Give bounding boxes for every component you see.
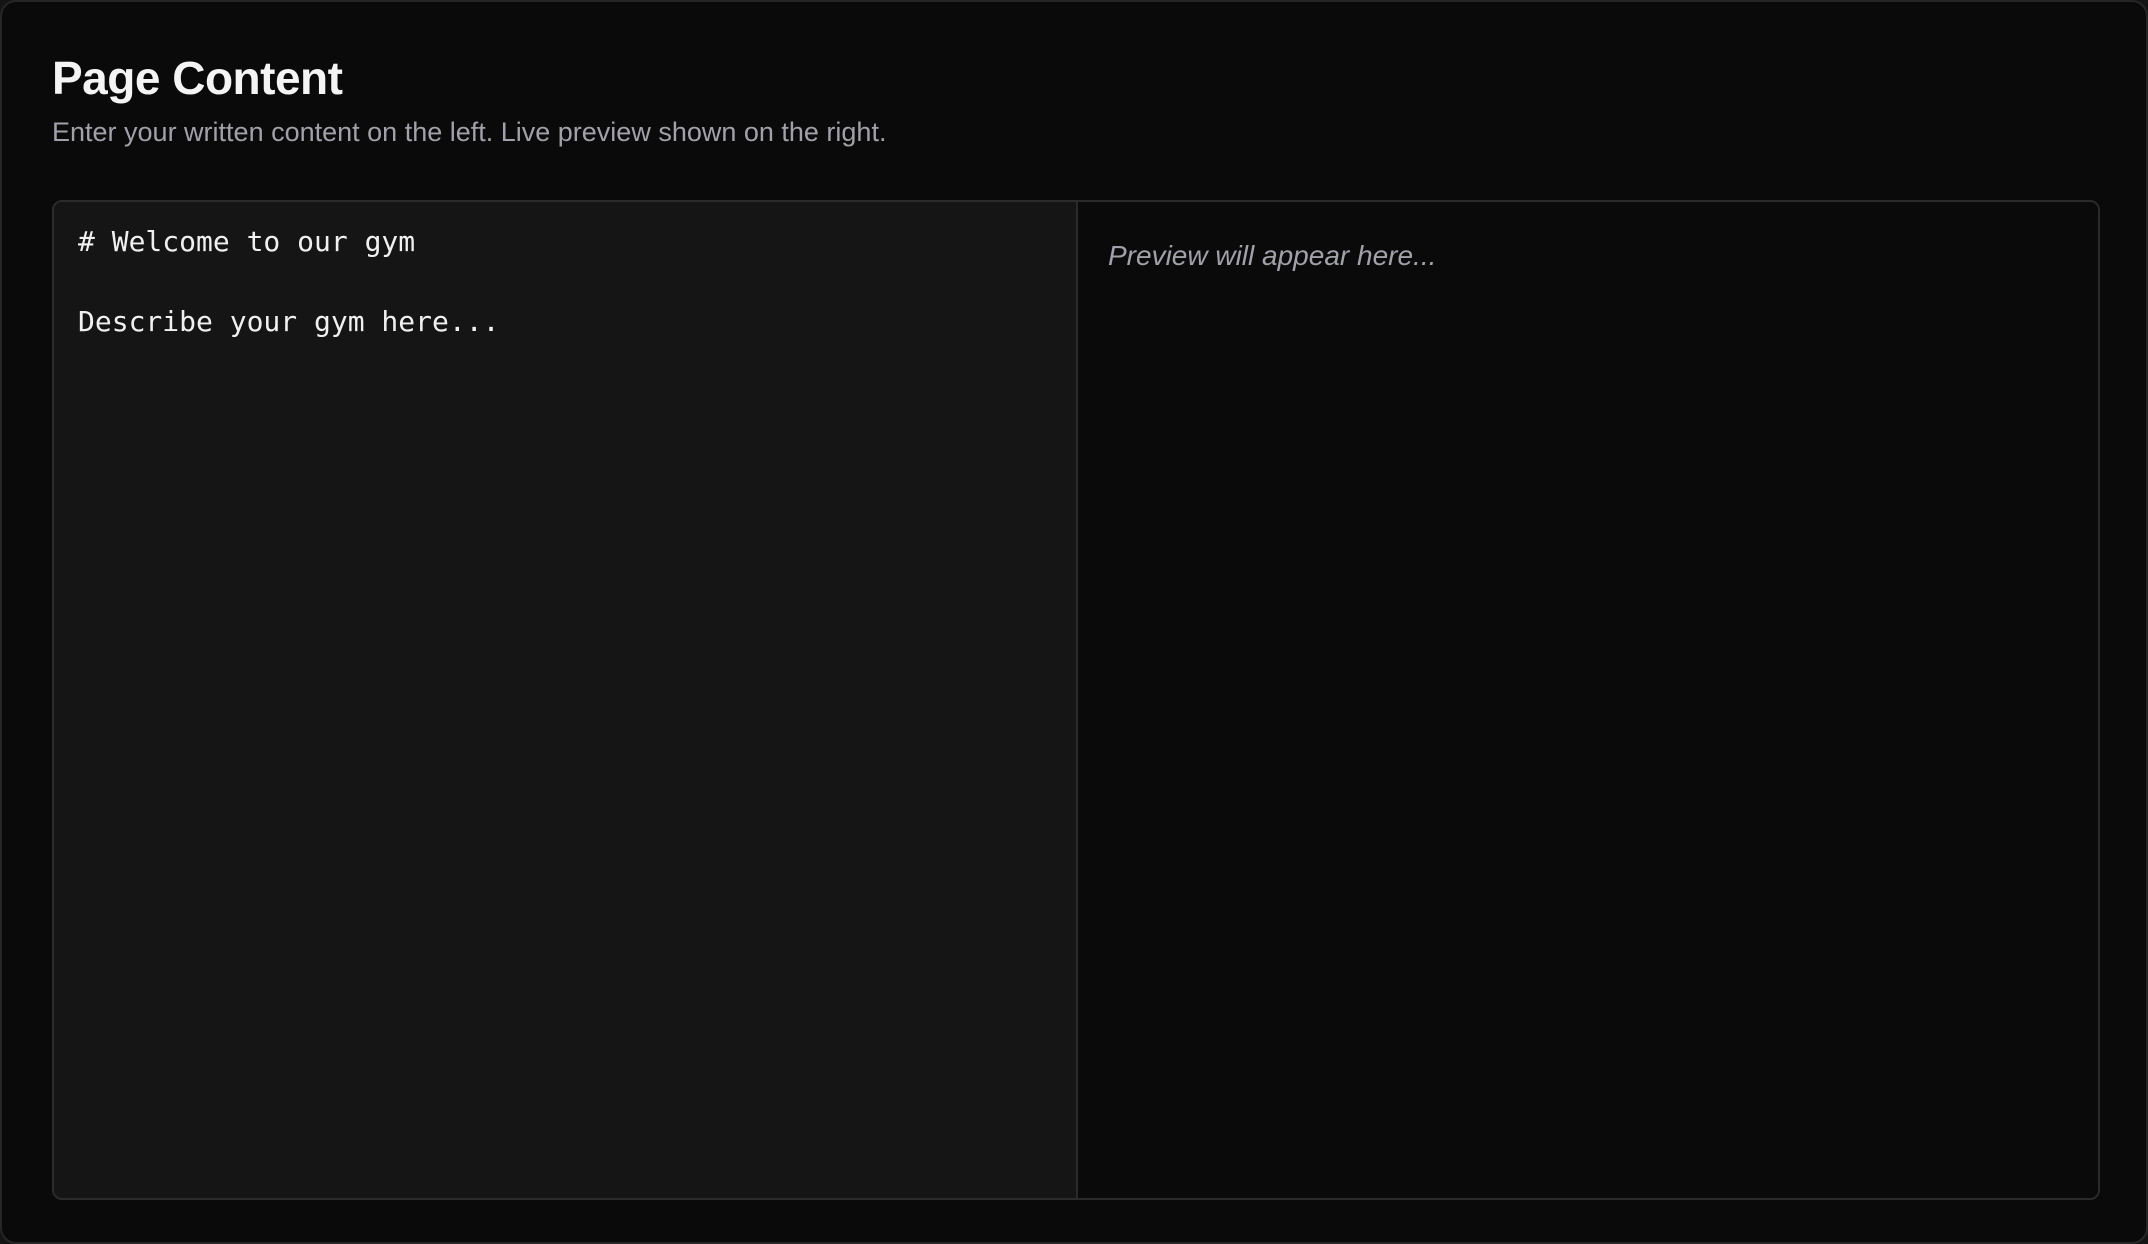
page-title: Page Content: [52, 52, 343, 104]
preview-placeholder-text: Preview will appear here...: [1108, 240, 1437, 271]
content-textarea[interactable]: # Welcome to our gym Describe your gym h…: [78, 222, 1052, 1178]
page-subtitle: Enter your written content on the left. …: [52, 117, 887, 147]
markdown-editor: # Welcome to our gym Describe your gym h…: [52, 200, 2100, 1200]
preview-pane: Preview will appear here...: [1078, 202, 2098, 1198]
page-content-card: Page Content Enter your written content …: [0, 0, 2148, 1244]
editor-input-pane: # Welcome to our gym Describe your gym h…: [54, 202, 1078, 1198]
